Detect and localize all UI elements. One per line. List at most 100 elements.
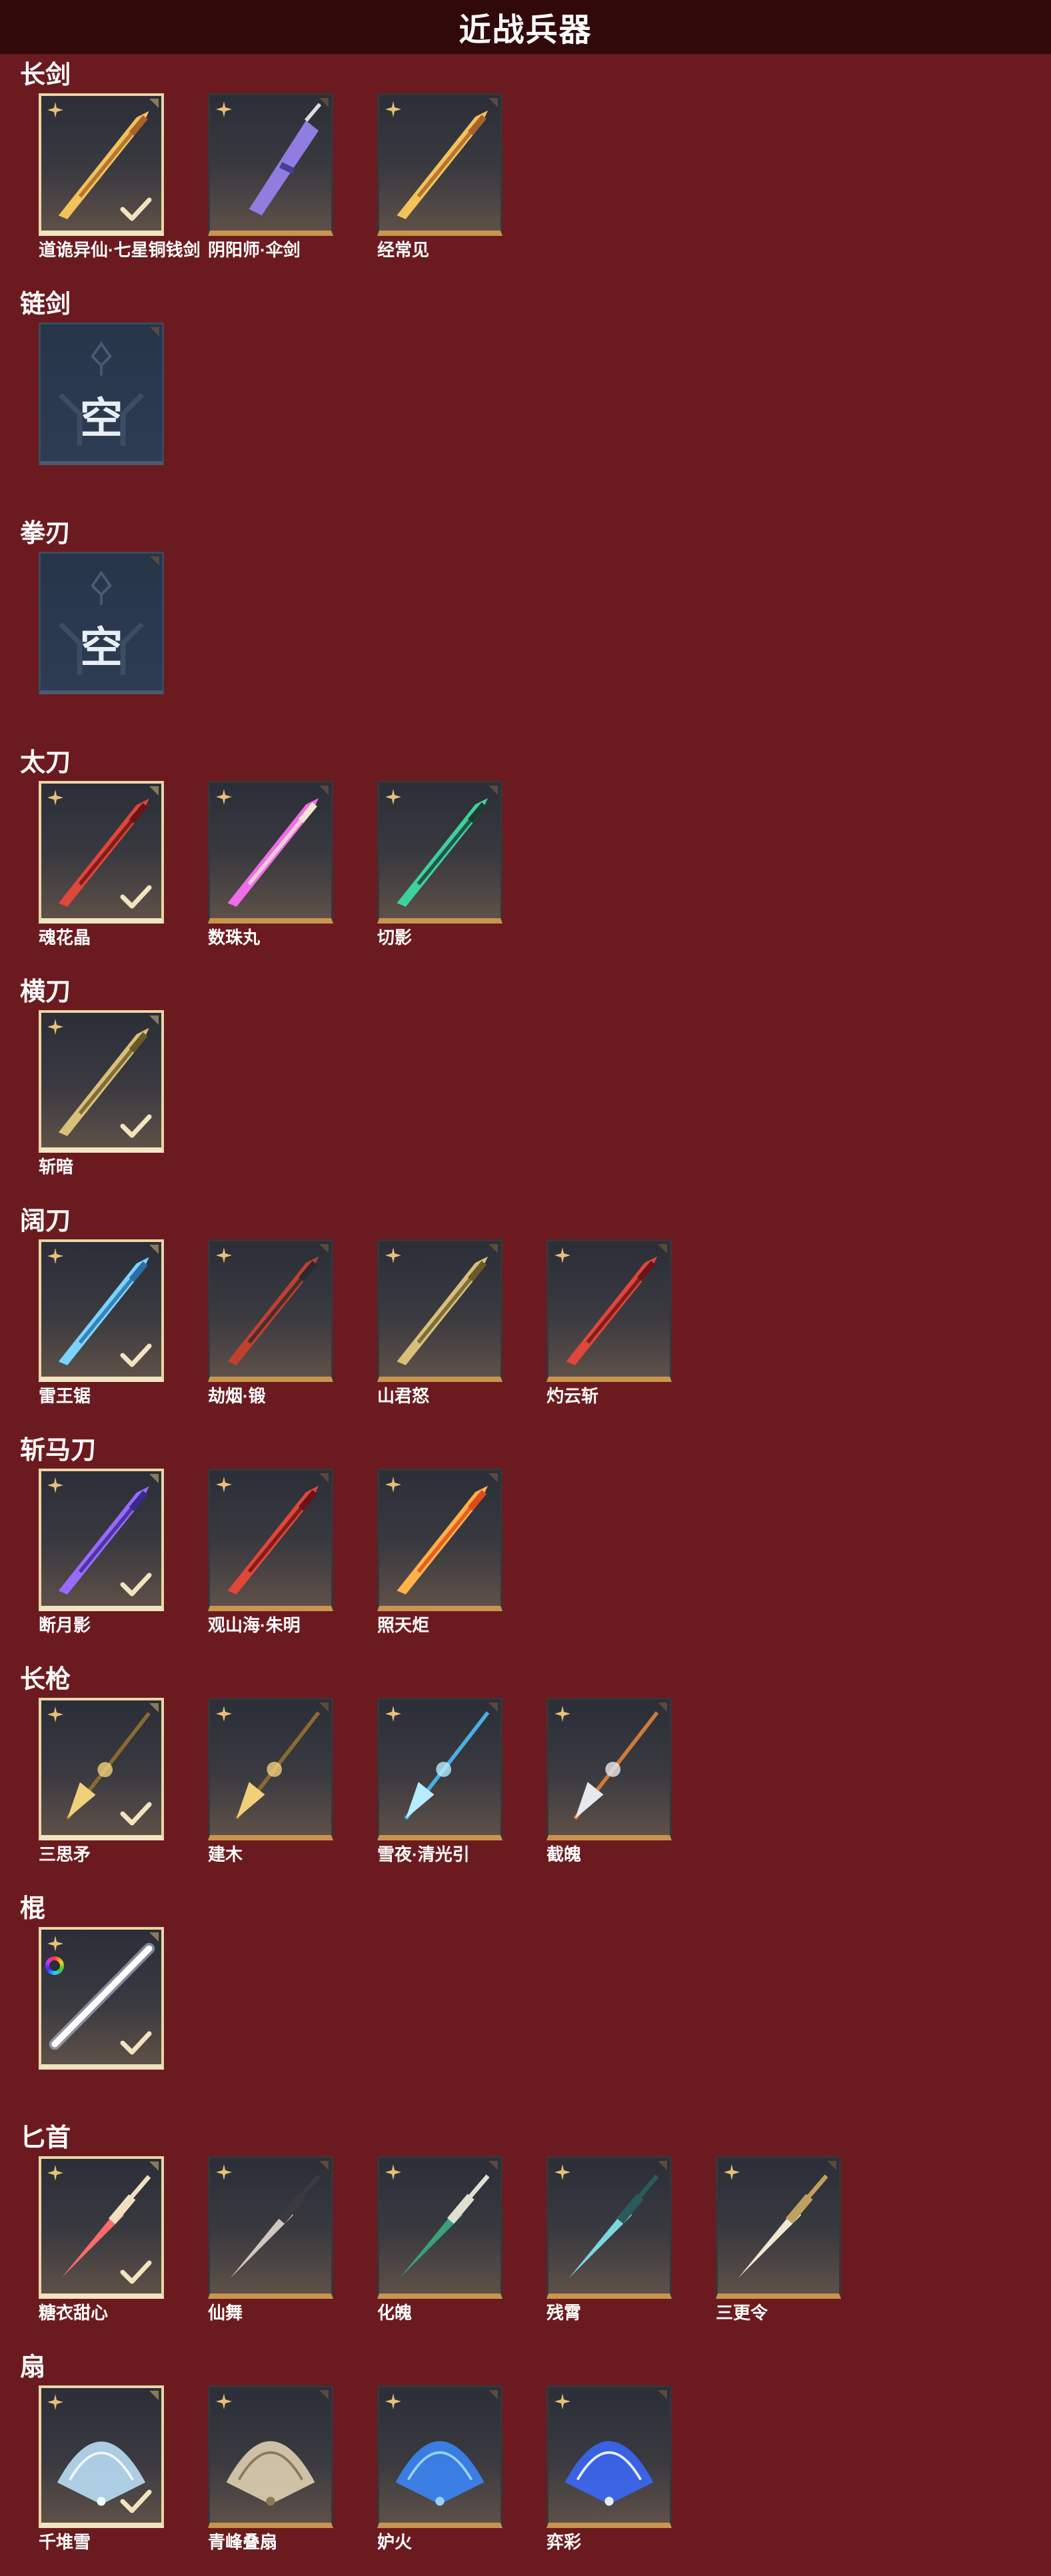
star-icon	[216, 101, 232, 117]
weapon-card[interactable]	[546, 1698, 672, 1840]
weapon-item[interactable]: 千堆雪	[39, 2385, 168, 2552]
weapon-card[interactable]	[39, 1698, 164, 1840]
weapon-item[interactable]: 青峰叠扇	[208, 2385, 337, 2552]
weapon-card[interactable]	[208, 2385, 333, 2528]
item-row: 三思矛 建木 雪夜·清光引 截魄	[39, 1698, 676, 1864]
empty-weapon-slot[interactable]: 空	[39, 322, 164, 465]
weapon-item[interactable]: 空	[39, 322, 168, 469]
weapon-card[interactable]	[377, 781, 503, 924]
weapon-item[interactable]: 劫烟·锻	[208, 1239, 337, 1406]
empty-label: 空	[80, 394, 123, 442]
weapon-name: 三思矛	[39, 1844, 91, 1864]
weapon-section-list: 长剑 道诡异仙·七星铜钱剑 阴阳师·伞剑 经常见 链剑空拳刃空太刀 魂花晶 数珠丸 切影 横刀斩…	[0, 55, 1051, 2576]
weapon-item[interactable]	[39, 1927, 168, 2074]
weapon-name: 建木	[208, 1844, 243, 1864]
weapon-item[interactable]: 雪夜·清光引	[377, 1698, 507, 1864]
weapon-section: 扇千堆雪 青峰叠扇 妒火 弈彩	[0, 2347, 1051, 2576]
section-title: 太刀	[20, 749, 71, 777]
weapon-name: 截魄	[546, 1844, 582, 1864]
weapon-card[interactable]	[208, 1698, 333, 1840]
weapon-section: 拳刃空	[0, 513, 1051, 742]
weapon-card[interactable]	[546, 1239, 672, 1382]
check-icon	[120, 1802, 152, 1826]
weapon-card[interactable]	[208, 93, 333, 236]
section-title: 长剑	[20, 61, 71, 89]
rainbow-dye-icon	[45, 1956, 64, 1975]
weapon-name: 劫烟·锻	[208, 1386, 266, 1406]
weapon-name: 化魄	[377, 2303, 413, 2323]
weapon-name: 三更令	[716, 2303, 768, 2323]
weapon-card[interactable]	[39, 1239, 164, 1382]
weapon-item[interactable]: 建木	[208, 1698, 337, 1864]
weapon-card[interactable]	[208, 1239, 333, 1382]
weapon-item[interactable]: 山君怒	[377, 1239, 507, 1406]
weapon-section: 长剑道诡异仙·七星铜钱剑 阴阳师·伞剑 经常见	[0, 55, 1051, 284]
weapon-item[interactable]: 三思矛	[39, 1698, 168, 1864]
item-row: 道诡异仙·七星铜钱剑 阴阳师·伞剑 经常见	[39, 93, 507, 260]
weapon-item[interactable]: 阴阳师·伞剑	[208, 93, 337, 260]
weapon-item[interactable]: 断月影	[39, 1469, 168, 1635]
weapon-item[interactable]: 道诡异仙·七星铜钱剑	[39, 93, 201, 260]
weapon-item[interactable]: 空	[39, 552, 168, 698]
weapon-item[interactable]: 魂花晶	[39, 781, 168, 948]
star-icon	[554, 1706, 570, 1722]
weapon-card[interactable]	[39, 781, 164, 924]
weapon-item[interactable]: 观山海·朱明	[208, 1469, 337, 1635]
weapon-card[interactable]	[377, 1239, 503, 1382]
star-icon	[47, 1936, 63, 1952]
weapon-card[interactable]	[208, 781, 333, 924]
item-row: 雷王锯 劫烟·锻 山君怒 灼云斩	[39, 1239, 676, 1406]
star-icon	[554, 2393, 570, 2409]
weapon-card[interactable]	[39, 93, 164, 236]
weapon-card[interactable]	[377, 1698, 503, 1840]
weapon-item[interactable]: 残霄	[546, 2156, 676, 2323]
star-icon	[554, 2164, 570, 2180]
section-title: 匕首	[20, 2124, 71, 2152]
weapon-card[interactable]	[39, 1927, 164, 2070]
weapon-item[interactable]: 经常见	[377, 93, 507, 260]
weapon-item[interactable]: 弈彩	[546, 2385, 676, 2552]
weapon-card[interactable]	[377, 2156, 503, 2299]
star-icon	[724, 2164, 740, 2180]
weapon-item[interactable]: 妒火	[377, 2385, 507, 2552]
star-icon	[47, 1248, 63, 1264]
weapon-item[interactable]: 数珠丸	[208, 781, 337, 948]
weapon-card[interactable]	[208, 1469, 333, 1611]
weapon-card[interactable]	[39, 2385, 164, 2528]
weapon-card[interactable]	[377, 2385, 503, 2528]
weapon-item[interactable]: 雷王锯	[39, 1239, 168, 1406]
weapon-section: 太刀魂花晶 数珠丸 切影	[0, 742, 1051, 971]
weapon-section: 链剑空	[0, 284, 1051, 513]
weapon-item[interactable]: 切影	[377, 781, 507, 948]
weapon-item[interactable]: 照天炬	[377, 1469, 507, 1635]
weapon-item[interactable]: 三更令	[716, 2156, 845, 2323]
weapon-name: 斩暗	[39, 1157, 74, 1177]
weapon-item[interactable]: 糖衣甜心	[39, 2156, 168, 2323]
page-title: 近战兵器	[459, 13, 592, 48]
weapon-name: 阴阳师·伞剑	[208, 240, 301, 260]
weapon-item[interactable]: 仙舞	[208, 2156, 337, 2323]
weapon-item[interactable]: 化魄	[377, 2156, 507, 2323]
weapon-card[interactable]	[208, 2156, 333, 2299]
weapon-item[interactable]: 灼云斩	[546, 1239, 676, 1406]
item-row: 断月影 观山海·朱明 照天炬	[39, 1469, 507, 1635]
star-icon	[385, 1247, 401, 1263]
weapon-card[interactable]	[546, 2385, 672, 2528]
weapon-card[interactable]	[39, 2156, 164, 2299]
section-title: 拳刃	[20, 520, 71, 548]
weapon-section: 棍	[0, 1888, 1051, 2118]
weapon-card[interactable]	[716, 2156, 841, 2299]
empty-weapon-slot[interactable]: 空	[39, 552, 164, 694]
star-icon	[385, 101, 401, 117]
weapon-item[interactable]: 斩暗	[39, 1010, 168, 1177]
weapon-name: 照天炬	[377, 1615, 430, 1635]
weapon-card[interactable]	[39, 1010, 164, 1153]
weapon-card[interactable]	[377, 1469, 503, 1611]
weapon-card[interactable]	[39, 1469, 164, 1611]
section-title: 横刀	[20, 978, 71, 1006]
weapon-item[interactable]: 截魄	[546, 1698, 676, 1864]
weapon-card[interactable]	[546, 2156, 672, 2299]
item-row: 空	[39, 552, 168, 698]
weapon-name: 残霄	[546, 2303, 582, 2323]
weapon-card[interactable]	[377, 93, 503, 236]
